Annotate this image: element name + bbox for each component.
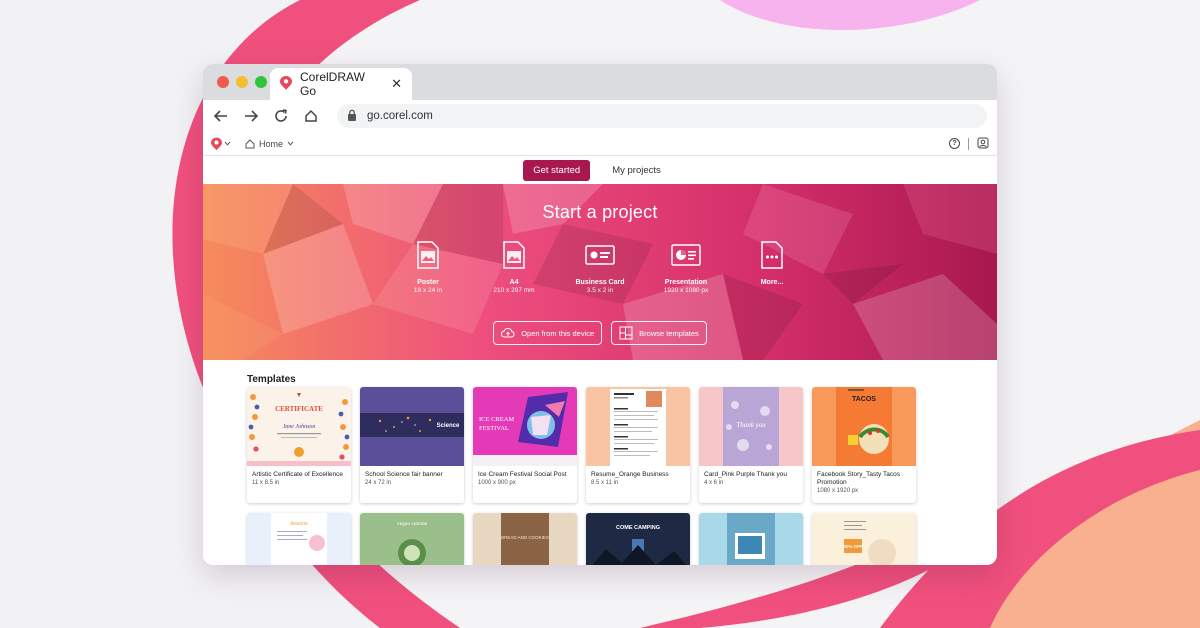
url-text: go.corel.com: [367, 110, 433, 122]
template-thumbnail: lessons: [247, 513, 351, 565]
window-controls: [217, 76, 267, 88]
tab-get-started[interactable]: Get started: [523, 159, 591, 181]
template-card[interactable]: ICE CREAM FESTIVAL Ice Cream Festival So…: [473, 387, 577, 503]
more-icon: [740, 240, 804, 270]
svg-text:20% OFF: 20% OFF: [843, 544, 863, 549]
home-icon[interactable]: [303, 108, 319, 124]
template-card[interactable]: Science School Science fair banner 24 x …: [360, 387, 464, 503]
app-bar: Home ?: [203, 132, 997, 156]
template-card[interactable]: Thank you Card_Pink Purple Thank you 4 x…: [699, 387, 803, 503]
reload-icon[interactable]: [273, 108, 289, 124]
close-window-button[interactable]: [217, 76, 229, 88]
business-card-icon: [568, 240, 632, 270]
template-card[interactable]: [699, 513, 803, 565]
minimize-window-button[interactable]: [236, 76, 248, 88]
templates-heading: Templates: [247, 374, 296, 385]
project-type-a4[interactable]: A4 210 x 297 mm: [482, 240, 546, 294]
project-type-presentation[interactable]: Presentation 1920 x 1080 px: [654, 240, 718, 294]
presentation-icon: [654, 240, 718, 270]
open-from-device-button[interactable]: Open from this device: [493, 321, 603, 345]
template-card[interactable]: 20% OFF: [812, 513, 916, 565]
template-thumbnail: vegan cuisine: [360, 513, 464, 565]
project-type-poster[interactable]: Poster 18 x 24 in: [396, 240, 460, 294]
browser-toolbar: go.corel.com: [203, 100, 997, 132]
svg-text:Jane Johnson: Jane Johnson: [283, 424, 316, 430]
template-card[interactable]: TACOS Facebook Story_Tasty Tacos Promoti…: [812, 387, 916, 503]
template-card[interactable]: BREAD AND COOKIES: [473, 513, 577, 565]
lock-icon: [347, 109, 357, 124]
back-arrow-icon[interactable]: [213, 108, 229, 124]
svg-text:TACOS: TACOS: [852, 396, 876, 403]
maximize-window-button[interactable]: [255, 76, 267, 88]
poster-icon: [396, 240, 460, 270]
template-card[interactable]: Resume_Orange Business 8.5 x 11 in: [586, 387, 690, 503]
template-card[interactable]: vegan cuisine: [360, 513, 464, 565]
svg-text:FESTIVAL: FESTIVAL: [479, 425, 509, 432]
hero-title: Start a project: [542, 202, 658, 222]
hero-actions: Open from this device Browse templates: [203, 321, 997, 345]
chevron-down-icon: [224, 141, 231, 146]
template-thumbnail: [586, 387, 690, 466]
templates-grid-icon: [619, 326, 633, 340]
tab-my-projects[interactable]: My projects: [596, 160, 677, 181]
account-icon[interactable]: [977, 137, 989, 151]
a4-icon: [482, 240, 546, 270]
template-card[interactable]: lessons: [247, 513, 351, 565]
svg-text:ICE CREAM: ICE CREAM: [479, 416, 514, 423]
template-thumbnail: [699, 513, 803, 565]
template-thumbnail: TACOS: [812, 387, 916, 466]
svg-text:lessons: lessons: [291, 521, 308, 527]
divider: [968, 137, 969, 150]
home-breadcrumb[interactable]: Home: [239, 139, 300, 149]
template-thumbnail: Thank you: [699, 387, 803, 466]
browser-tab[interactable]: CorelDRAW Go ✕: [270, 68, 412, 100]
template-thumbnail: Science: [360, 387, 464, 466]
tab-title: CorelDRAW Go: [300, 70, 365, 98]
browser-window: CorelDRAW Go ✕ go.corel.com Home ? Get s…: [203, 64, 997, 565]
page-tabs: Get started My projects: [203, 156, 997, 184]
templates-grid: CERTIFICATE Jane Johnson Artistic Certif…: [247, 387, 916, 565]
svg-text:Science: Science: [437, 423, 460, 429]
svg-text:BREAD AND COOKIES: BREAD AND COOKIES: [501, 535, 549, 540]
template-card[interactable]: CERTIFICATE Jane Johnson Artistic Certif…: [247, 387, 351, 503]
template-thumbnail: ICE CREAM FESTIVAL: [473, 387, 577, 466]
svg-text:CERTIFICATE: CERTIFICATE: [275, 405, 323, 413]
svg-text:Thank you: Thank you: [736, 421, 766, 429]
template-thumbnail: CERTIFICATE Jane Johnson: [247, 387, 351, 466]
template-thumbnail: BREAD AND COOKIES: [473, 513, 577, 565]
svg-text:vegan cuisine: vegan cuisine: [397, 521, 428, 527]
close-tab-icon[interactable]: ✕: [391, 76, 402, 92]
cloud-upload-icon: [501, 328, 515, 338]
svg-text:COME CAMPING: COME CAMPING: [616, 525, 660, 531]
template-card[interactable]: COME CAMPING: [586, 513, 690, 565]
project-type-business-card[interactable]: Business Card 3.5 x 2 in: [568, 240, 632, 294]
start-project-hero: Start a project Poster 18 x 24 in A4 210…: [203, 184, 997, 360]
address-bar[interactable]: go.corel.com: [337, 104, 987, 128]
template-thumbnail: 20% OFF: [812, 513, 916, 565]
project-type-list: Poster 18 x 24 in A4 210 x 297 mm Busine…: [203, 240, 997, 294]
template-thumbnail: COME CAMPING: [586, 513, 690, 565]
help-icon[interactable]: ?: [949, 138, 960, 149]
coreldraw-logo-icon[interactable]: [211, 137, 231, 151]
chevron-down-icon: [287, 141, 294, 146]
page-content: Get started My projects Start a project …: [203, 156, 997, 565]
home-outline-icon: [245, 138, 255, 148]
forward-arrow-icon[interactable]: [243, 108, 259, 124]
project-type-more[interactable]: More...: [740, 240, 804, 294]
home-breadcrumb-label: Home: [259, 138, 284, 149]
browser-tabbar: CorelDRAW Go ✕: [203, 64, 997, 100]
browse-templates-button[interactable]: Browse templates: [611, 321, 707, 345]
coreldraw-favicon-icon: [280, 75, 292, 93]
